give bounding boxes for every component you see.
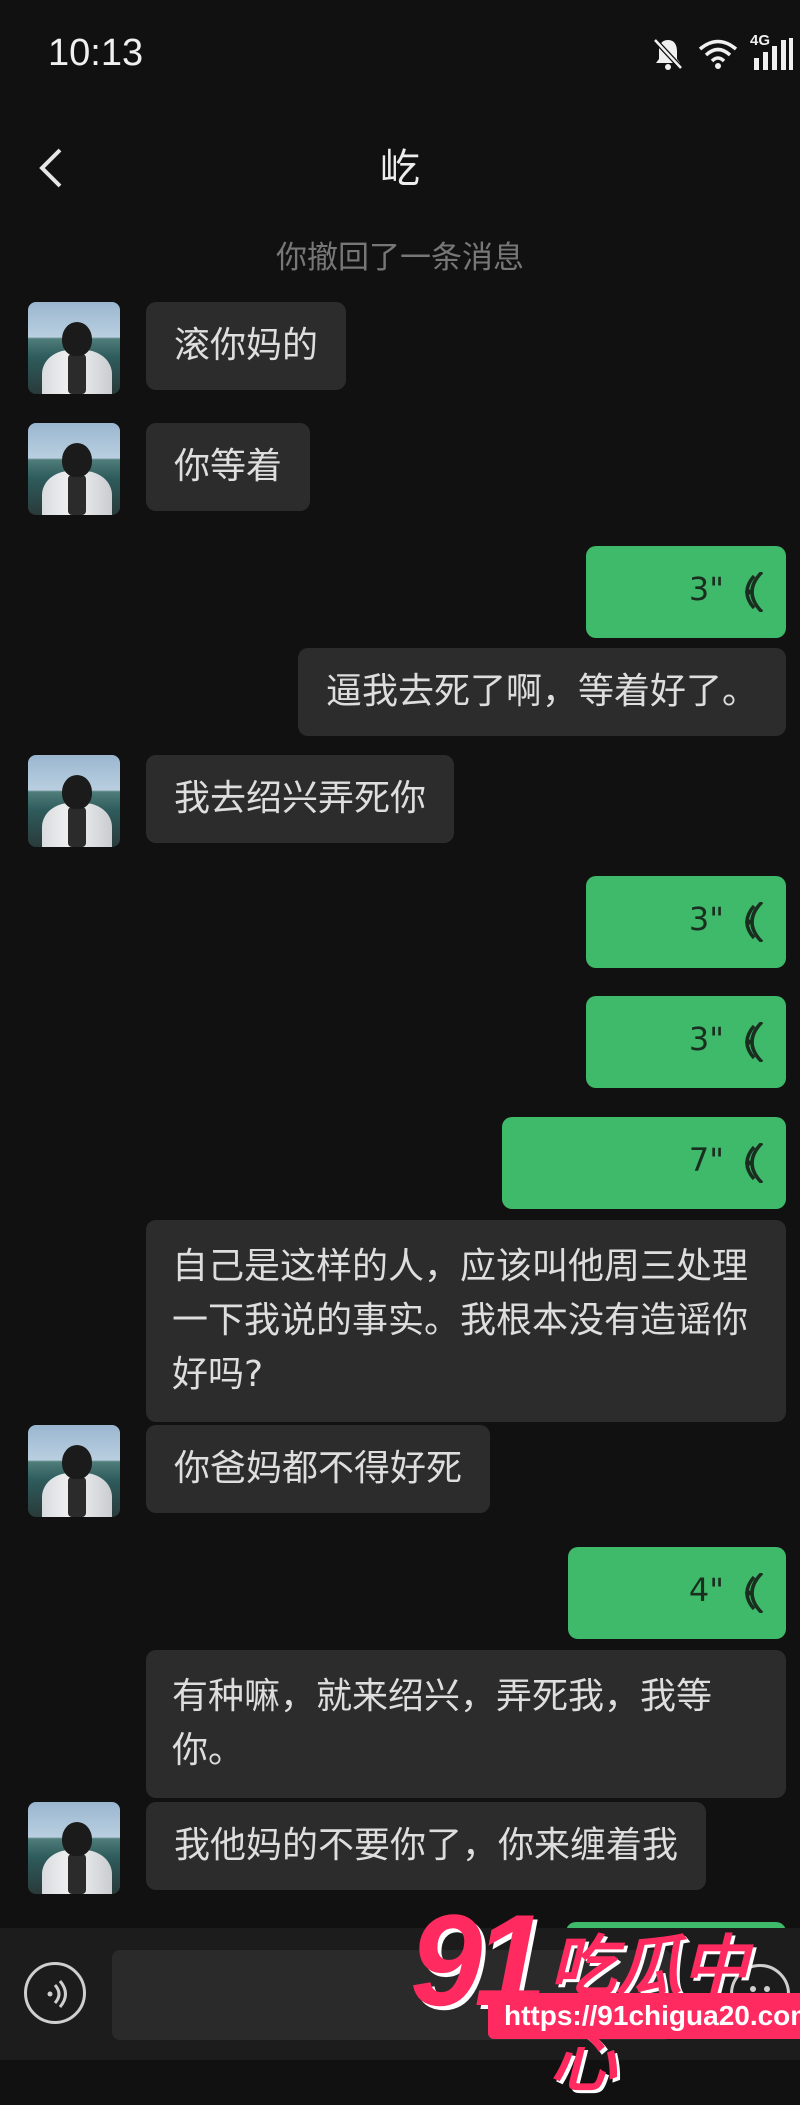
status-icons: 4G [650,32,794,74]
voice-wave-icon [745,902,764,942]
outgoing-voice-message[interactable]: 3" [586,876,786,968]
wifi-icon [698,38,738,70]
system-message: 你撤回了一条消息 [276,240,524,276]
voice-input-toggle[interactable] [24,1962,86,2024]
voice-duration: 3" [688,900,724,938]
voice-wave-icon [745,572,764,612]
outgoing-message-bubble[interactable]: 有种嘛，就来绍兴，弄死我，我等你。 [146,1650,786,1798]
voice-duration: 7" [688,1141,724,1179]
status-time: 10:13 [48,32,144,74]
outgoing-voice-message[interactable]: 3" [586,996,786,1088]
incoming-message-bubble[interactable]: 滚你妈的 [146,302,347,390]
outgoing-message-bubble[interactable]: 逼我去死了啊，等着好了。 [297,648,786,736]
incoming-message-bubble[interactable]: 你爸妈都不得好死 [146,1425,491,1513]
voice-wave-icon [47,1980,67,2008]
voice-wave-icon [745,1573,764,1613]
voice-wave-icon [745,1143,764,1183]
voice-wave-icon [745,1022,764,1062]
contact-avatar[interactable] [28,1425,120,1517]
contact-avatar[interactable] [28,302,120,394]
outgoing-voice-message[interactable]: 7" [502,1117,786,1209]
outgoing-voice-message[interactable]: 4" [568,1547,786,1639]
contact-avatar[interactable] [28,755,120,847]
status-bar: 10:13 4G [0,0,800,110]
voice-duration: 4" [688,1571,724,1609]
watermark-logo: 91 吃瓜中心 https://91chigua20.com [400,1885,800,2101]
contact-avatar[interactable] [28,423,120,515]
mute-bell-icon [650,36,686,72]
voice-duration: 3" [688,1020,724,1058]
cellular-signal-icon: 4G [750,32,794,72]
incoming-message-bubble[interactable]: 我去绍兴弄死你 [146,755,455,843]
chat-title: 屹 [380,146,420,192]
voice-duration: 3" [688,570,724,608]
incoming-message-bubble[interactable]: 我他妈的不要你了，你来缠着我 [146,1802,707,1890]
incoming-message-bubble[interactable]: 你等着 [146,423,311,511]
contact-avatar[interactable] [28,1802,120,1894]
outgoing-message-bubble[interactable]: 自己是这样的人，应该叫他周三处理一下我说的事实。我根本没有造谣你好吗? [146,1220,786,1422]
outgoing-voice-message[interactable]: 3" [586,546,786,638]
watermark-url: https://91chigua20.com [488,1993,800,2039]
chat-header: 屹 [0,120,800,210]
